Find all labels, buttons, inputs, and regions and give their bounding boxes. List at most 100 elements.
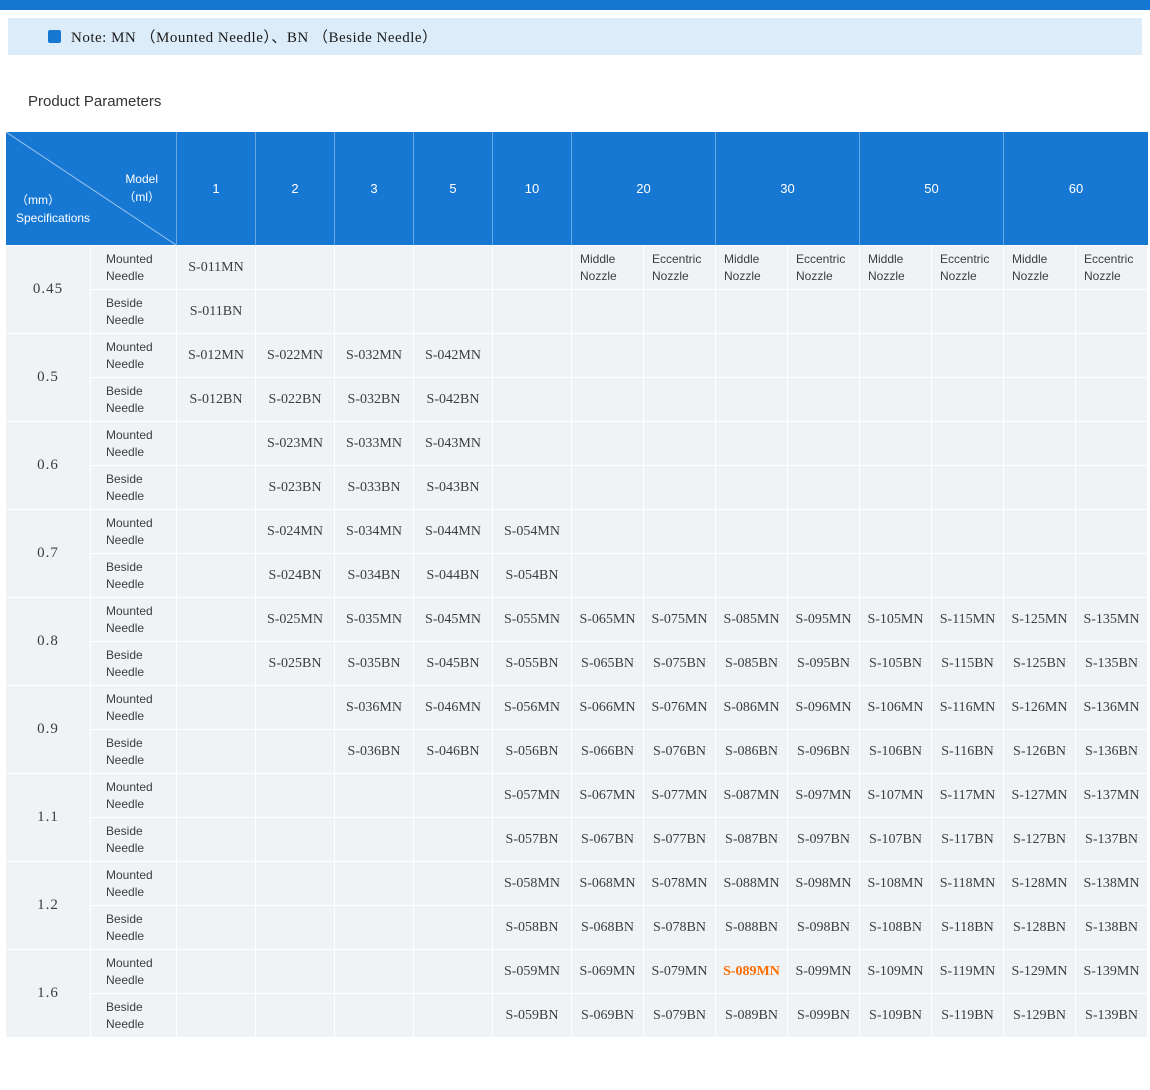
model-cell-S-135MN[interactable]: S-135MN	[1076, 598, 1148, 642]
model-cell-S-067BN[interactable]: S-067BN	[572, 818, 644, 862]
model-cell-S-089MN[interactable]: S-089MN	[716, 950, 788, 994]
model-cell-S-096BN[interactable]: S-096BN	[788, 730, 860, 774]
model-cell-S-108MN[interactable]: S-108MN	[860, 862, 932, 906]
model-cell-S-011BN[interactable]: S-011BN	[177, 290, 256, 334]
model-cell-S-025MN[interactable]: S-025MN	[256, 598, 335, 642]
model-cell-S-076BN[interactable]: S-076BN	[644, 730, 716, 774]
model-cell-S-137BN[interactable]: S-137BN	[1076, 818, 1148, 862]
model-cell-S-035BN[interactable]: S-035BN	[335, 642, 414, 686]
model-cell-S-055MN[interactable]: S-055MN	[493, 598, 572, 642]
model-cell-S-118BN[interactable]: S-118BN	[932, 906, 1004, 950]
model-cell-S-109BN[interactable]: S-109BN	[860, 994, 932, 1038]
model-cell-S-135BN[interactable]: S-135BN	[1076, 642, 1148, 686]
model-cell-S-044BN[interactable]: S-044BN	[414, 554, 493, 598]
model-cell-S-054BN[interactable]: S-054BN	[493, 554, 572, 598]
model-cell-S-068MN[interactable]: S-068MN	[572, 862, 644, 906]
model-cell-S-128BN[interactable]: S-128BN	[1004, 906, 1076, 950]
model-cell-S-034MN[interactable]: S-034MN	[335, 510, 414, 554]
model-cell-S-078BN[interactable]: S-078BN	[644, 906, 716, 950]
model-cell-S-095MN[interactable]: S-095MN	[788, 598, 860, 642]
model-cell-S-059MN[interactable]: S-059MN	[493, 950, 572, 994]
model-cell-S-025BN[interactable]: S-025BN	[256, 642, 335, 686]
model-cell-S-118MN[interactable]: S-118MN	[932, 862, 1004, 906]
model-cell-S-105BN[interactable]: S-105BN	[860, 642, 932, 686]
model-cell-S-068BN[interactable]: S-068BN	[572, 906, 644, 950]
model-cell-S-138BN[interactable]: S-138BN	[1076, 906, 1148, 950]
model-cell-S-043BN[interactable]: S-043BN	[414, 466, 493, 510]
model-cell-S-043MN[interactable]: S-043MN	[414, 422, 493, 466]
model-cell-S-023MN[interactable]: S-023MN	[256, 422, 335, 466]
model-cell-S-108BN[interactable]: S-108BN	[860, 906, 932, 950]
model-cell-S-033BN[interactable]: S-033BN	[335, 466, 414, 510]
model-cell-S-075MN[interactable]: S-075MN	[644, 598, 716, 642]
model-cell-S-036MN[interactable]: S-036MN	[335, 686, 414, 730]
model-cell-S-096MN[interactable]: S-096MN	[788, 686, 860, 730]
model-cell-S-136BN[interactable]: S-136BN	[1076, 730, 1148, 774]
model-cell-S-088MN[interactable]: S-088MN	[716, 862, 788, 906]
model-cell-S-032BN[interactable]: S-032BN	[335, 378, 414, 422]
model-cell-S-128MN[interactable]: S-128MN	[1004, 862, 1076, 906]
model-cell-S-066MN[interactable]: S-066MN	[572, 686, 644, 730]
model-cell-S-066BN[interactable]: S-066BN	[572, 730, 644, 774]
model-cell-S-117BN[interactable]: S-117BN	[932, 818, 1004, 862]
model-cell-S-011MN[interactable]: S-011MN	[177, 246, 256, 290]
model-cell-S-046BN[interactable]: S-046BN	[414, 730, 493, 774]
model-cell-S-023BN[interactable]: S-023BN	[256, 466, 335, 510]
model-cell-S-033MN[interactable]: S-033MN	[335, 422, 414, 466]
model-cell-S-106BN[interactable]: S-106BN	[860, 730, 932, 774]
model-cell-S-022MN[interactable]: S-022MN	[256, 334, 335, 378]
model-cell-S-059BN[interactable]: S-059BN	[493, 994, 572, 1038]
model-cell-S-116BN[interactable]: S-116BN	[932, 730, 1004, 774]
model-cell-S-058MN[interactable]: S-058MN	[493, 862, 572, 906]
model-cell-S-055BN[interactable]: S-055BN	[493, 642, 572, 686]
model-cell-S-085MN[interactable]: S-085MN	[716, 598, 788, 642]
model-cell-S-077BN[interactable]: S-077BN	[644, 818, 716, 862]
model-cell-S-065BN[interactable]: S-065BN	[572, 642, 644, 686]
model-cell-S-138MN[interactable]: S-138MN	[1076, 862, 1148, 906]
model-cell-S-054MN[interactable]: S-054MN	[493, 510, 572, 554]
model-cell-S-106MN[interactable]: S-106MN	[860, 686, 932, 730]
model-cell-S-035MN[interactable]: S-035MN	[335, 598, 414, 642]
model-cell-S-098MN[interactable]: S-098MN	[788, 862, 860, 906]
model-cell-S-045BN[interactable]: S-045BN	[414, 642, 493, 686]
model-cell-S-107MN[interactable]: S-107MN	[860, 774, 932, 818]
model-cell-S-137MN[interactable]: S-137MN	[1076, 774, 1148, 818]
model-cell-S-107BN[interactable]: S-107BN	[860, 818, 932, 862]
model-cell-S-056MN[interactable]: S-056MN	[493, 686, 572, 730]
model-cell-S-129BN[interactable]: S-129BN	[1004, 994, 1076, 1038]
model-cell-S-136MN[interactable]: S-136MN	[1076, 686, 1148, 730]
model-cell-S-099BN[interactable]: S-099BN	[788, 994, 860, 1038]
model-cell-S-089BN[interactable]: S-089BN	[716, 994, 788, 1038]
model-cell-S-086BN[interactable]: S-086BN	[716, 730, 788, 774]
model-cell-S-087BN[interactable]: S-087BN	[716, 818, 788, 862]
model-cell-S-057MN[interactable]: S-057MN	[493, 774, 572, 818]
model-cell-S-097BN[interactable]: S-097BN	[788, 818, 860, 862]
model-cell-S-119BN[interactable]: S-119BN	[932, 994, 1004, 1038]
model-cell-S-067MN[interactable]: S-067MN	[572, 774, 644, 818]
model-cell-S-126MN[interactable]: S-126MN	[1004, 686, 1076, 730]
model-cell-S-139BN[interactable]: S-139BN	[1076, 994, 1148, 1038]
model-cell-S-032MN[interactable]: S-032MN	[335, 334, 414, 378]
model-cell-S-139MN[interactable]: S-139MN	[1076, 950, 1148, 994]
model-cell-S-126BN[interactable]: S-126BN	[1004, 730, 1076, 774]
model-cell-S-097MN[interactable]: S-097MN	[788, 774, 860, 818]
model-cell-S-079MN[interactable]: S-079MN	[644, 950, 716, 994]
model-cell-S-105MN[interactable]: S-105MN	[860, 598, 932, 642]
model-cell-S-012MN[interactable]: S-012MN	[177, 334, 256, 378]
model-cell-S-036BN[interactable]: S-036BN	[335, 730, 414, 774]
model-cell-S-044MN[interactable]: S-044MN	[414, 510, 493, 554]
model-cell-S-079BN[interactable]: S-079BN	[644, 994, 716, 1038]
model-cell-S-087MN[interactable]: S-087MN	[716, 774, 788, 818]
model-cell-S-012BN[interactable]: S-012BN	[177, 378, 256, 422]
model-cell-S-099MN[interactable]: S-099MN	[788, 950, 860, 994]
model-cell-S-065MN[interactable]: S-065MN	[572, 598, 644, 642]
model-cell-S-109MN[interactable]: S-109MN	[860, 950, 932, 994]
model-cell-S-024BN[interactable]: S-024BN	[256, 554, 335, 598]
model-cell-S-046MN[interactable]: S-046MN	[414, 686, 493, 730]
model-cell-S-024MN[interactable]: S-024MN	[256, 510, 335, 554]
model-cell-S-095BN[interactable]: S-095BN	[788, 642, 860, 686]
model-cell-S-117MN[interactable]: S-117MN	[932, 774, 1004, 818]
model-cell-S-057BN[interactable]: S-057BN	[493, 818, 572, 862]
model-cell-S-058BN[interactable]: S-058BN	[493, 906, 572, 950]
model-cell-S-086MN[interactable]: S-086MN	[716, 686, 788, 730]
